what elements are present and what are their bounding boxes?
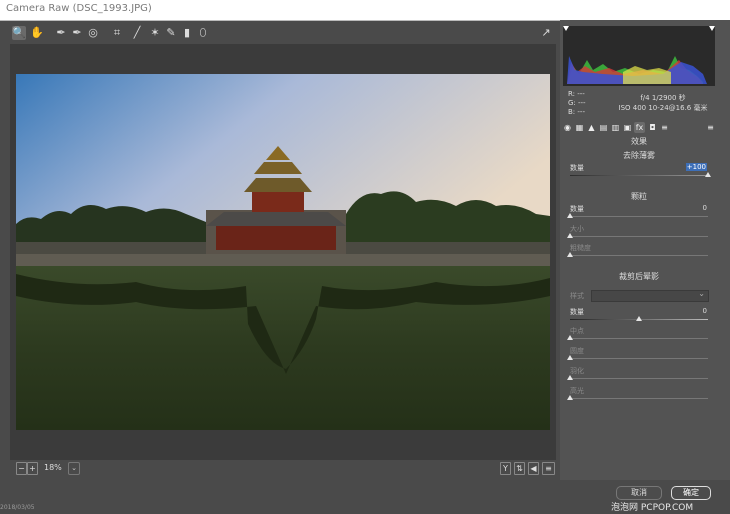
vignette-roundness-track[interactable] <box>570 358 708 359</box>
lens-readout: ISO 400 10-24@16.6 毫米 <box>618 104 708 112</box>
grain-roughness-thumb[interactable] <box>567 252 573 257</box>
zoom-dropdown[interactable]: ⌄ <box>68 462 80 475</box>
camera-raw-window: Camera Raw (DSC_1993.JPG) 🔍 ✋ ✒ ✒ ◎ ⌗ ╱ … <box>0 0 730 514</box>
grain-section-title: 颗粒 <box>631 192 647 201</box>
dehaze-section-title: 去除薄雾 <box>623 151 655 160</box>
cancel-button[interactable]: 取消 <box>616 486 662 500</box>
window-title: Camera Raw (DSC_1993.JPG) <box>6 3 152 14</box>
dehaze-thumb[interactable] <box>705 172 711 177</box>
dehaze-amount-label: 数量 <box>570 164 584 172</box>
dehaze-amount-value[interactable]: +100 <box>685 163 707 171</box>
hsl-tab-icon[interactable]: ▤ <box>598 122 609 133</box>
blue-readout: B: --- <box>568 108 585 116</box>
grain-size-thumb[interactable] <box>567 233 573 238</box>
photo-preview <box>16 74 550 430</box>
hand-tool-icon[interactable]: ✋ <box>30 26 44 40</box>
histogram <box>563 26 715 86</box>
vignette-highlights-track[interactable] <box>570 398 708 399</box>
panel-tabs: ◉ ▦ ▲ ▤ ▥ ▣ fx ◘ ≡ ≡ <box>562 121 718 135</box>
graduated-filter-tool-icon[interactable]: ▮ <box>180 26 194 40</box>
grain-amount-thumb[interactable] <box>567 213 573 218</box>
white-balance-tool-icon[interactable]: ✒ <box>54 26 68 40</box>
preview-bottom-bar: − + 18% ⌄ Y ⇅ ◀ ≡ <box>10 460 556 476</box>
zoom-out-icon[interactable]: − <box>16 462 27 475</box>
vignette-amount-value[interactable]: 0 <box>703 307 707 315</box>
title-bar: Camera Raw (DSC_1993.JPG) <box>0 0 730 21</box>
toggle-settings-icon[interactable]: ≡ <box>542 462 555 475</box>
detail-tab-icon[interactable]: ▲ <box>586 122 597 133</box>
split-toning-tab-icon[interactable]: ▥ <box>610 122 621 133</box>
panel-menu-icon[interactable]: ≡ <box>705 122 716 133</box>
grain-roughness-label: 粗糙度 <box>570 244 591 252</box>
dehaze-track[interactable] <box>570 175 708 176</box>
green-readout: G: --- <box>568 99 586 107</box>
toolbar: 🔍 ✋ ✒ ✒ ◎ ⌗ ╱ ✶ ✎ ▮ ⬯ <box>10 24 556 44</box>
ok-button[interactable]: 确定 <box>671 486 711 500</box>
vignette-amount-label: 数量 <box>570 308 584 316</box>
camera-calibration-tab-icon[interactable]: ◘ <box>647 122 658 133</box>
radial-filter-tool-icon[interactable]: ⬯ <box>196 26 210 40</box>
red-readout: R: --- <box>568 90 585 98</box>
vignette-style-label: 样式 <box>570 292 584 300</box>
vignette-amount-thumb[interactable] <box>636 316 642 321</box>
vignette-feather-track[interactable] <box>570 378 708 379</box>
color-sampler-tool-icon[interactable]: ✒ <box>70 26 84 40</box>
crop-tool-icon[interactable]: ⌗ <box>110 26 124 40</box>
swap-before-after-icon[interactable]: ⇅ <box>514 462 525 475</box>
histogram-info: R: --- G: --- B: --- f/4 1/2900 秒 ISO 40… <box>563 88 715 118</box>
vignette-highlights-thumb[interactable] <box>567 395 573 400</box>
grain-amount-value[interactable]: 0 <box>703 204 707 212</box>
vignette-roundness-thumb[interactable] <box>567 355 573 360</box>
grain-roughness-track[interactable] <box>570 255 708 256</box>
vignette-midpoint-thumb[interactable] <box>567 335 573 340</box>
presets-tab-icon[interactable]: ≡ <box>659 122 670 133</box>
effects-panel-title: 效果 <box>631 137 647 146</box>
tone-curve-tab-icon[interactable]: ▦ <box>574 122 585 133</box>
exposure-readout: f/4 1/2900 秒 <box>640 94 686 102</box>
corner-date: 2018/03/05 <box>0 504 35 511</box>
vignette-midpoint-track[interactable] <box>570 338 708 339</box>
copy-settings-icon[interactable]: ◀ <box>528 462 539 475</box>
basic-tab-icon[interactable]: ◉ <box>562 122 573 133</box>
chevron-down-icon: ⌄ <box>698 289 705 298</box>
vignette-style-select[interactable]: ⌄ <box>591 289 709 302</box>
fullscreen-toggle-icon[interactable]: ↗ <box>539 26 553 40</box>
grain-amount-track[interactable] <box>570 216 708 217</box>
vignette-feather-thumb[interactable] <box>567 375 573 380</box>
watermark: 泡泡网 PCPOP.COM <box>611 503 694 513</box>
zoom-in-icon[interactable]: + <box>27 462 38 475</box>
grain-size-track[interactable] <box>570 236 708 237</box>
targeted-adjustment-tool-icon[interactable]: ◎ <box>86 26 100 40</box>
effects-tab-icon[interactable]: fx <box>634 122 645 133</box>
straighten-tool-icon[interactable]: ╱ <box>130 26 144 40</box>
spot-removal-tool-icon[interactable]: ✶ <box>148 26 162 40</box>
before-after-toggle-icon[interactable]: Y <box>500 462 511 475</box>
adjustment-brush-tool-icon[interactable]: ✎ <box>164 26 178 40</box>
vignette-section-title: 裁剪后晕影 <box>619 272 659 281</box>
lens-corrections-tab-icon[interactable]: ▣ <box>622 122 633 133</box>
zoom-tool-icon[interactable]: 🔍 <box>12 26 26 40</box>
